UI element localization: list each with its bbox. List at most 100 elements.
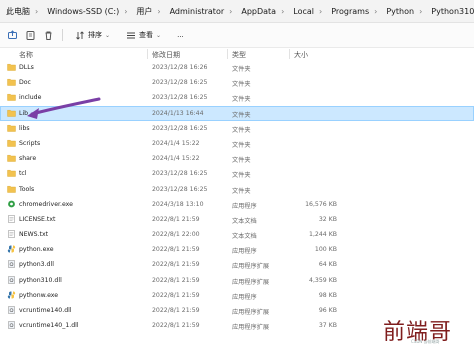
chevron-down-icon: ⌄ [105, 31, 111, 39]
file-type: 文件夹 [232, 172, 251, 180]
file-name: NEWS.txt [19, 231, 49, 239]
file-type: 文件夹 [232, 157, 251, 165]
sort-button[interactable]: 排序 ⌄ [71, 28, 114, 42]
file-type: 文本文档 [232, 233, 257, 241]
chevron-right-icon: › [35, 6, 39, 16]
modified-date: 2022/8/1 21:59 [152, 291, 200, 299]
modified-date: 2024/1/4 15:22 [152, 155, 200, 163]
file-name: DLLs [19, 64, 34, 71]
breadcrumb-item[interactable]: 用户 [130, 6, 154, 17]
column-header-size[interactable]: 大小 [294, 50, 308, 60]
file-type: 文件夹 [232, 141, 251, 149]
breadcrumb-item[interactable]: Python310 [425, 7, 474, 16]
folder-icon [7, 169, 16, 178]
modified-date: 2022/8/1 21:59 [152, 246, 200, 254]
file-row-dlls[interactable]: DLLs 2023/12/28 16:26 文件夹 [0, 60, 474, 75]
modified-date: 2023/12/28 16:25 [152, 170, 208, 178]
file-size: 4,359 KB [309, 276, 337, 284]
file-type: 应用程序 [232, 202, 257, 210]
modified-date: 2023/12/28 16:25 [152, 94, 208, 102]
column-divider[interactable] [227, 49, 228, 59]
file-type: 文件夹 [232, 187, 251, 195]
file-row-license-txt[interactable]: LICENSE.txt 2022/8/1 21:59 文本文档 32 KB [0, 212, 474, 227]
file-type: 应用程序扩展 [232, 324, 270, 332]
column-header-type[interactable]: 类型 [232, 50, 246, 60]
file-type: 文件夹 [232, 126, 251, 134]
folder-icon [7, 93, 16, 102]
breadcrumb-item[interactable]: Windows-SSD (C:) [41, 7, 121, 16]
dll-file-icon [7, 260, 16, 269]
file-type: 文件夹 [232, 111, 251, 119]
share-icon[interactable] [6, 29, 18, 41]
toolbar-divider [62, 29, 63, 41]
breadcrumb-item[interactable]: Python [380, 7, 416, 16]
file-type: 文本文档 [232, 217, 257, 225]
file-size: 16,576 KB [305, 200, 337, 208]
column-header-name[interactable]: 名称 [19, 50, 33, 60]
modified-date: 2023/12/28 16:26 [152, 64, 208, 71]
file-name: Doc [19, 79, 31, 87]
file-name: python310.dll [19, 276, 62, 284]
file-list: 名称 修改日期 类型 大小 DLLs 2023/12/28 16:26 文件夹 Doc… [0, 48, 474, 333]
txt-file-icon [7, 230, 16, 238]
breadcrumb-item[interactable]: Local [287, 7, 316, 16]
view-button[interactable]: 查看 ⌄ [122, 28, 165, 42]
file-row-chromedriver-exe[interactable]: chromedriver.exe 2024/3/18 13:10 应用程序 16,57… [0, 197, 474, 212]
file-row-python3-dll[interactable]: python3.dll 2022/8/1 21:59 应用程序扩展 64 KB [0, 257, 474, 272]
chevron-right-icon: › [281, 6, 285, 16]
file-type: 应用程序扩展 [232, 263, 270, 271]
file-size: 96 KB [318, 307, 337, 314]
file-row-libs[interactable]: libs 2023/12/28 16:25 文件夹 [0, 121, 474, 136]
file-name: Tools [19, 185, 35, 193]
breadcrumb-item[interactable]: AppData [235, 7, 278, 16]
file-row-tools[interactable]: Tools 2023/12/28 16:25 文件夹 [0, 182, 474, 197]
file-size: 100 KB [314, 246, 337, 254]
more-button[interactable]: ... [173, 29, 188, 41]
modified-date: 2023/12/28 16:25 [152, 79, 208, 87]
file-row-news-txt[interactable]: NEWS.txt 2022/8/1 22:00 文本文档 1,244 KB [0, 227, 474, 242]
file-type: 文件夹 [232, 66, 251, 73]
toolbar: 排序 ⌄ 查看 ⌄ ... [0, 23, 474, 48]
folder-icon [7, 124, 16, 132]
column-divider[interactable] [147, 49, 148, 59]
breadcrumb-item[interactable]: 此电脑 [0, 6, 32, 17]
file-name: vcruntime140.dll [19, 307, 72, 314]
modified-date: 2022/8/1 21:59 [152, 322, 200, 330]
folder-icon [7, 154, 16, 162]
modified-date: 2023/12/28 16:25 [152, 124, 208, 132]
file-row-tcl[interactable]: tcl 2023/12/28 16:25 文件夹 [0, 166, 474, 181]
breadcrumb-item[interactable]: Programs [325, 7, 371, 16]
file-type: 应用程序扩展 [232, 278, 270, 286]
column-header-date[interactable]: 修改日期 [152, 50, 180, 60]
file-size: 1,244 KB [309, 231, 337, 239]
file-name: pythonw.exe [19, 291, 59, 299]
file-row-scripts[interactable]: Scripts 2024/1/4 15:22 文件夹 [0, 136, 474, 151]
file-type: 应用程序 [232, 248, 257, 256]
properties-icon[interactable] [24, 29, 36, 41]
file-size: 37 KB [318, 322, 337, 330]
py-file-icon [7, 245, 16, 253]
file-rows: DLLs 2023/12/28 16:26 文件夹 Doc 2023/12/28 16:… [0, 60, 474, 333]
file-name: Lib [19, 109, 29, 117]
file-row-include[interactable]: include 2023/12/28 16:25 文件夹 [0, 90, 474, 105]
chevron-right-icon: › [419, 6, 423, 16]
file-row-python-exe[interactable]: python.exe 2022/8/1 21:59 应用程序 100 KB [0, 242, 474, 257]
file-row-lib[interactable]: Lib 2024/1/13 16:44 文件夹 [0, 105, 474, 121]
breadcrumb-item[interactable]: Administrator [164, 7, 227, 16]
file-row-pythonw-exe[interactable]: pythonw.exe 2022/8/1 21:59 应用程序 98 KB [0, 288, 474, 303]
modified-date: 2022/8/1 21:59 [152, 276, 200, 284]
delete-icon[interactable] [42, 29, 54, 41]
column-headers: 名称 修改日期 类型 大小 [0, 48, 474, 60]
file-size: 32 KB [318, 215, 337, 223]
dll-file-icon [7, 306, 16, 314]
view-label: 查看 [139, 31, 154, 39]
column-divider[interactable] [289, 49, 290, 59]
file-name: libs [19, 124, 30, 132]
file-size: 64 KB [318, 261, 337, 269]
file-row-share[interactable]: share 2024/1/4 15:22 文件夹 [0, 151, 474, 166]
file-row-doc[interactable]: Doc 2023/12/28 16:25 文件夹 [0, 75, 474, 90]
chevron-right-icon: › [319, 6, 323, 16]
dll-file-icon [7, 275, 16, 284]
file-row-python310-dll[interactable]: python310.dll 2022/8/1 21:59 应用程序扩展 4,359 K… [0, 273, 474, 288]
file-size: 98 KB [318, 291, 337, 299]
